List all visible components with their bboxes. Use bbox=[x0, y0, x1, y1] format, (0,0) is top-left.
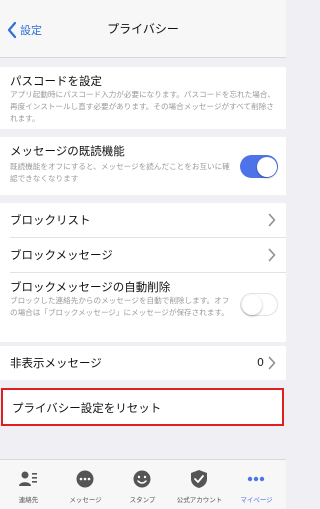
tab-label: メッセージ bbox=[69, 496, 102, 504]
reset-privacy-button[interactable]: プライバシー設定をリセット bbox=[1, 388, 284, 426]
auto-delete-description: ブロックした連絡先からのメッセージを自動で削除します。オフの場合は「ブロックメッ… bbox=[10, 296, 230, 317]
tab-label: スタンプ bbox=[129, 496, 156, 504]
tab-bar: 連絡先 メッセージ スタンプ 公式アカウント マイページ bbox=[0, 459, 286, 509]
chevron-right-icon bbox=[268, 213, 276, 227]
tab-my-page[interactable]: マイページ bbox=[228, 460, 285, 509]
contacts-icon bbox=[19, 471, 37, 486]
hidden-messages-count: 0 bbox=[257, 356, 264, 369]
read-receipt-toggle[interactable] bbox=[240, 155, 278, 178]
tab-stamps[interactable]: スタンプ bbox=[114, 460, 171, 509]
block-messages-title: ブロックメッセージ bbox=[10, 248, 113, 262]
auto-delete-row: ブロックメッセージの自動削除 ブロックした連絡先からのメッセージを自動で削除しま… bbox=[0, 273, 286, 342]
auto-delete-toggle[interactable] bbox=[240, 293, 278, 316]
tab-label: 連絡先 bbox=[18, 496, 39, 504]
shield-check-icon bbox=[191, 470, 207, 488]
hidden-messages-row[interactable]: 非表示メッセージ 0 bbox=[0, 346, 286, 380]
read-receipt-setting: メッセージの既読機能 既読機能をオフにすると、メッセージを読んだことをお互いに確… bbox=[0, 137, 286, 195]
tab-label: マイページ bbox=[240, 496, 273, 504]
smiley-icon bbox=[133, 470, 151, 488]
block-messages-row[interactable]: ブロックメッセージ bbox=[0, 238, 286, 272]
passcode-title: パスコードを設定 bbox=[10, 74, 102, 88]
passcode-description: アプリ起動時にパスコード入力が必要になります。パスコードを忘れた場合、再度インス… bbox=[10, 90, 276, 123]
auto-delete-title: ブロックメッセージの自動削除 bbox=[10, 280, 171, 294]
block-settings-group: ブロックリスト ブロックメッセージ ブロックメッセージの自動削除 ブロックした連… bbox=[0, 203, 286, 342]
block-list-row[interactable]: ブロックリスト bbox=[0, 203, 286, 237]
read-receipt-description: 既読機能をオフにすると、メッセージを読んだことをお互いに確認できなくなります bbox=[10, 162, 230, 183]
tab-official-accounts[interactable]: 公式アカウント bbox=[171, 460, 228, 509]
read-receipt-title: メッセージの既読機能 bbox=[10, 144, 125, 158]
page-title: プライバシー bbox=[107, 22, 179, 36]
tab-messages[interactable]: メッセージ bbox=[57, 460, 114, 509]
navigation-bar: 設定 プライバシー bbox=[0, 0, 286, 58]
reset-privacy-title: プライバシー設定をリセット bbox=[12, 401, 162, 415]
toggle-knob bbox=[256, 156, 277, 177]
hidden-messages-title: 非表示メッセージ bbox=[10, 356, 102, 370]
more-dots-icon bbox=[247, 476, 265, 482]
chevron-right-icon bbox=[268, 356, 276, 370]
tab-contacts[interactable]: 連絡先 bbox=[0, 460, 57, 509]
toggle-knob bbox=[241, 294, 262, 315]
chevron-right-icon bbox=[268, 248, 276, 262]
block-list-title: ブロックリスト bbox=[10, 213, 91, 227]
tab-label: 公式アカウント bbox=[176, 496, 223, 504]
chat-bubble-icon bbox=[76, 470, 94, 488]
passcode-setting[interactable]: パスコードを設定 アプリ起動時にパスコード入力が必要になります。パスコードを忘れ… bbox=[0, 67, 286, 129]
